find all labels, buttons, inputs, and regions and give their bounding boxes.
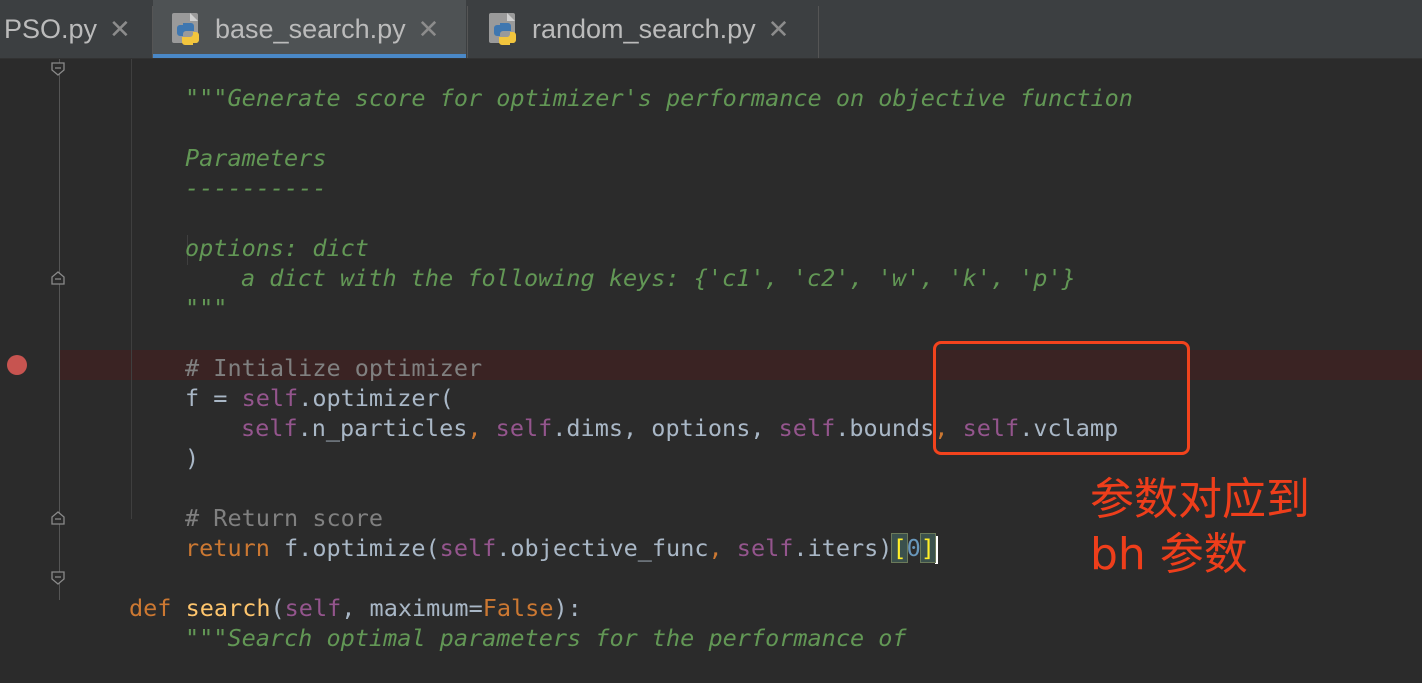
code-line: options: dict (0, 203, 369, 262)
close-icon[interactable]: ✕ (768, 14, 790, 45)
tab-pso[interactable]: PSO.py ✕ (0, 0, 154, 58)
python-file-icon (488, 12, 522, 46)
code-line: """Search optimal parameters for the per… (0, 593, 907, 652)
annotation-line: bh 参数 (1090, 529, 1248, 580)
docstring-text: Parameters (185, 144, 327, 172)
tab-label: PSO.py (4, 13, 98, 44)
docstring-open: """Generate score for optimizer's perfor… (185, 84, 1133, 112)
def-keyword: def (129, 594, 172, 622)
comma: , (708, 534, 737, 562)
code-line: """Generate score for optimizer's perfor… (0, 53, 1133, 112)
code-line: # Intialize optimizer (0, 323, 482, 382)
bracket-match: [ (891, 533, 908, 563)
self-keyword: self (736, 534, 794, 562)
code-text: .n_particles (297, 414, 468, 442)
self-keyword: self (284, 594, 342, 622)
bracket-match: ] (919, 533, 936, 563)
code-text: ) (185, 444, 200, 472)
return-keyword: return (185, 534, 270, 562)
self-keyword: self (439, 534, 497, 562)
comma: , (467, 414, 496, 442)
false-keyword: False (482, 594, 554, 622)
code-line: ---------- (0, 143, 326, 202)
tab-random-search[interactable]: random_search.py ✕ (468, 0, 818, 58)
code-line: # Return score (0, 473, 383, 532)
code-line: """ (0, 263, 227, 322)
code-text: f.optimize( (269, 534, 440, 562)
code-text: ( (270, 594, 285, 622)
code-text: , options, (623, 414, 779, 442)
code-text: .bounds (835, 414, 935, 442)
tab-label: base_search.py (215, 13, 406, 44)
editor-tab-bar: PSO.py ✕ base_search.py ✕ random_search.… (0, 0, 1422, 59)
code-line: f = self.optimizer( (0, 353, 1422, 412)
code-line: Parameters (0, 113, 326, 172)
tab-separator (818, 6, 819, 58)
number-literal: 0 (906, 534, 921, 562)
annotation-line: 参数对应到 (1090, 474, 1310, 525)
docstring-text: ---------- (185, 174, 327, 202)
python-file-icon (171, 12, 205, 46)
docstring-text: options: dict (185, 234, 369, 262)
tab-label: random_search.py (532, 13, 756, 44)
text-caret (934, 535, 938, 564)
docstring-open: """Search optimal parameters for the per… (185, 624, 907, 652)
function-name: search (185, 594, 271, 622)
self-keyword: self (778, 414, 836, 442)
indent-guide (131, 59, 132, 519)
code-text: .iters) (793, 534, 893, 562)
close-icon[interactable]: ✕ (109, 14, 131, 45)
code-text: ): (553, 594, 582, 622)
self-keyword: self (495, 414, 553, 442)
code-line: a dict with the following keys: {'c1', '… (0, 233, 1076, 292)
tab-base-search[interactable]: base_search.py ✕ (153, 0, 466, 58)
close-icon[interactable]: ✕ (418, 14, 440, 45)
docstring-text: a dict with the following keys: {'c1', '… (241, 264, 1076, 292)
code-text: .objective_func (496, 534, 709, 562)
annotation-highlight-box (933, 341, 1190, 455)
code-line: ) (0, 413, 199, 472)
self-keyword: self (241, 414, 298, 442)
docstring-close: """ (185, 294, 228, 322)
annotation-note: 参数对应到 bh 参数 (1090, 472, 1410, 582)
code-text: .dims (552, 414, 624, 442)
code-line: self.n_particles, self.dims, options, se… (0, 383, 1422, 442)
code-text: , maximum= (341, 594, 483, 622)
